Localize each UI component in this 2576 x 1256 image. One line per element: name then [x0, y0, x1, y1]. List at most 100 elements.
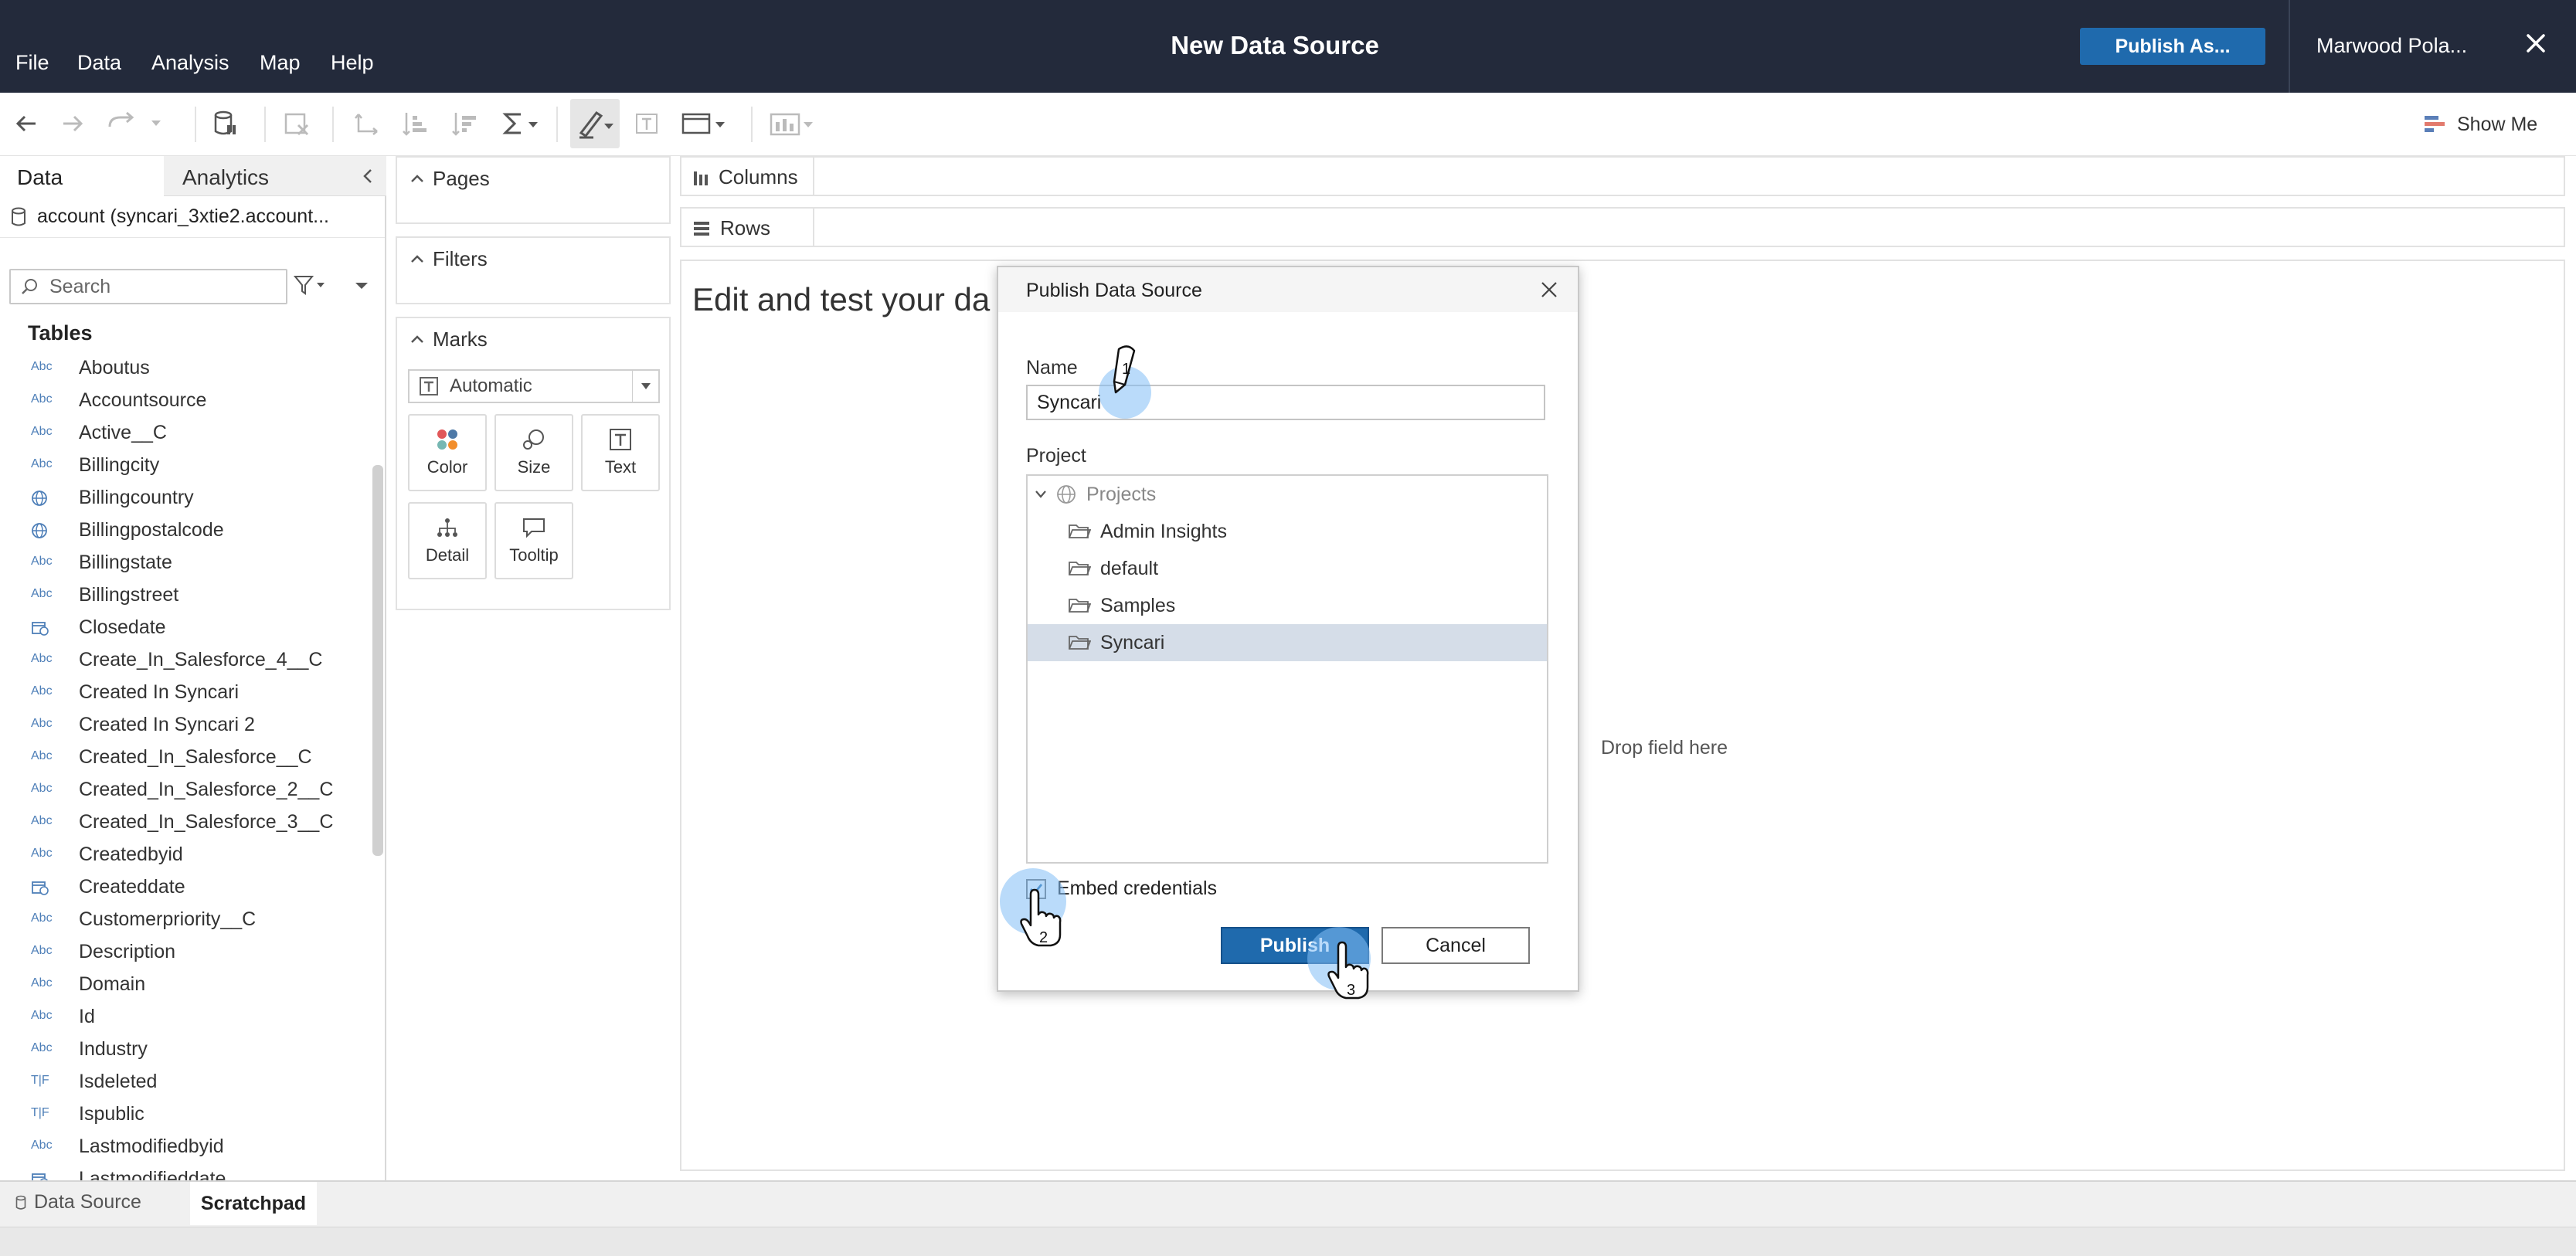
field-item[interactable]: Abc Description: [0, 936, 371, 969]
presentation-mode-icon[interactable]: [768, 108, 817, 139]
field-item[interactable]: T|F Isdeleted: [0, 1066, 371, 1098]
redo-icon[interactable]: [59, 108, 87, 139]
sort-descending-icon[interactable]: [450, 108, 481, 139]
detail-button[interactable]: Detail: [408, 502, 487, 579]
clear-sheet-icon[interactable]: [281, 108, 312, 139]
field-item[interactable]: Closedate: [0, 612, 371, 644]
marks-title: Marks: [433, 328, 488, 351]
show-me-button[interactable]: Show Me: [2423, 113, 2537, 136]
scrollbar[interactable]: [372, 465, 383, 856]
field-item[interactable]: Abc Billingcity: [0, 450, 371, 482]
rows-shelf[interactable]: Rows: [680, 207, 2565, 247]
field-item[interactable]: Abc Accountsource: [0, 385, 371, 417]
field-name: Domain: [79, 973, 146, 995]
view-canvas[interactable]: Edit and test your da Drop field here: [680, 260, 2565, 1171]
field-item[interactable]: Abc Active__C: [0, 417, 371, 450]
chevron-down-icon[interactable]: [1034, 489, 1048, 500]
collapse-pane-icon[interactable]: [359, 167, 377, 185]
datasource-item[interactable]: account (syncari_3xtie2.account...: [0, 196, 385, 238]
field-item[interactable]: Abc Created In Syncari 2: [0, 709, 371, 742]
menu-file[interactable]: File: [15, 51, 49, 75]
text-button[interactable]: Text: [581, 414, 660, 491]
sort-ascending-icon[interactable]: [400, 108, 431, 139]
field-item[interactable]: Abc Domain: [0, 969, 371, 1001]
replay-icon[interactable]: [105, 108, 164, 139]
tree-item-label: default: [1100, 557, 1159, 579]
filters-card[interactable]: Filters: [396, 236, 671, 304]
menu-help[interactable]: Help: [331, 51, 374, 75]
field-item[interactable]: Abc Create_In_Salesforce_4__C: [0, 644, 371, 677]
chevron-up-icon[interactable]: [410, 173, 425, 184]
pages-card[interactable]: Pages: [396, 156, 671, 224]
field-item[interactable]: Lastmodifieddate: [0, 1163, 371, 1180]
tab-data-source[interactable]: Data Source: [15, 1191, 141, 1214]
field-item[interactable]: Abc Createdbyid: [0, 839, 371, 871]
field-item[interactable]: Abc Billingstreet: [0, 579, 371, 612]
tab-scratchpad[interactable]: Scratchpad: [190, 1182, 317, 1225]
project-tree[interactable]: Projects Admin Insights default Samples Sync…: [1026, 474, 1548, 864]
search-icon: [22, 279, 37, 294]
field-item[interactable]: Createddate: [0, 871, 371, 904]
size-label: Size: [517, 457, 551, 477]
tooltip-icon: [523, 518, 545, 538]
chevron-up-icon[interactable]: [410, 334, 425, 345]
tree-item[interactable]: Samples: [1028, 587, 1547, 624]
mark-type-select[interactable]: Automatic: [408, 369, 660, 403]
highlight-icon[interactable]: [570, 99, 620, 148]
tree-item[interactable]: default: [1028, 550, 1547, 587]
columns-shelf[interactable]: Columns: [680, 156, 2565, 196]
folder-icon: [1068, 522, 1091, 541]
field-item[interactable]: Abc Industry: [0, 1034, 371, 1066]
chevron-up-icon[interactable]: [410, 253, 425, 264]
tab-analytics[interactable]: Analytics: [164, 156, 386, 196]
tab-data[interactable]: Data: [0, 156, 164, 196]
tree-item[interactable]: Projects: [1028, 476, 1547, 513]
user-name[interactable]: Marwood Pola...: [2316, 34, 2467, 58]
field-name: Created_In_Salesforce_2__C: [79, 779, 334, 800]
tooltip-button[interactable]: Tooltip: [494, 502, 573, 579]
field-item[interactable]: Abc Billingstate: [0, 547, 371, 579]
field-item[interactable]: Abc Created_In_Salesforce__C: [0, 742, 371, 774]
undo-icon[interactable]: [12, 108, 40, 139]
field-item[interactable]: Billingpostalcode: [0, 514, 371, 547]
menu-data[interactable]: Data: [77, 51, 121, 75]
filter-icon[interactable]: [294, 273, 328, 297]
color-button[interactable]: Color: [408, 414, 487, 491]
totals-icon[interactable]: [501, 108, 542, 139]
field-item[interactable]: Abc Created_In_Salesforce_2__C: [0, 774, 371, 806]
menu-map[interactable]: Map: [260, 51, 301, 75]
field-item[interactable]: Abc Aboutus: [0, 352, 371, 385]
field-name: Createddate: [79, 876, 185, 898]
pause-updates-icon[interactable]: [212, 108, 240, 139]
close-icon[interactable]: [1539, 280, 1559, 300]
step-1-number: 1: [1122, 361, 1130, 378]
size-button[interactable]: Size: [494, 414, 573, 491]
field-item[interactable]: Abc Created In Syncari: [0, 677, 371, 709]
field-item[interactable]: Abc Lastmodifiedbyid: [0, 1131, 371, 1163]
field-item[interactable]: Abc Customerpriority__C: [0, 904, 371, 936]
menu-analysis[interactable]: Analysis: [151, 51, 229, 75]
swap-icon[interactable]: [352, 108, 383, 139]
close-icon[interactable]: [2520, 28, 2551, 59]
field-name: Create_In_Salesforce_4__C: [79, 649, 323, 670]
tree-item[interactable]: Syncari: [1028, 624, 1547, 661]
dropdown-arrow-icon[interactable]: [632, 371, 658, 402]
field-item[interactable]: Billingcountry: [0, 482, 371, 514]
cancel-button[interactable]: Cancel: [1381, 927, 1530, 964]
search-field[interactable]: Search: [9, 269, 287, 304]
publish-as-button[interactable]: Publish As...: [2080, 28, 2265, 65]
field-item[interactable]: T|F Ispublic: [0, 1098, 371, 1131]
show-mark-labels-icon[interactable]: [634, 108, 661, 139]
step-3-number: 3: [1347, 982, 1355, 999]
field-item[interactable]: Abc Created_In_Salesforce_3__C: [0, 806, 371, 839]
chevron-down-icon[interactable]: [352, 277, 371, 295]
detail-icon: [437, 518, 457, 537]
field-item[interactable]: Abc Id: [0, 1001, 371, 1034]
hand-cursor-icon: 3: [1327, 941, 1369, 1000]
fit-icon[interactable]: [680, 108, 729, 139]
project-label: Project: [1026, 445, 1086, 467]
calendar-icon: [31, 1171, 62, 1180]
show-me-label: Show Me: [2457, 113, 2538, 135]
field-name: Created In Syncari: [79, 681, 240, 703]
tree-item[interactable]: Admin Insights: [1028, 513, 1547, 550]
